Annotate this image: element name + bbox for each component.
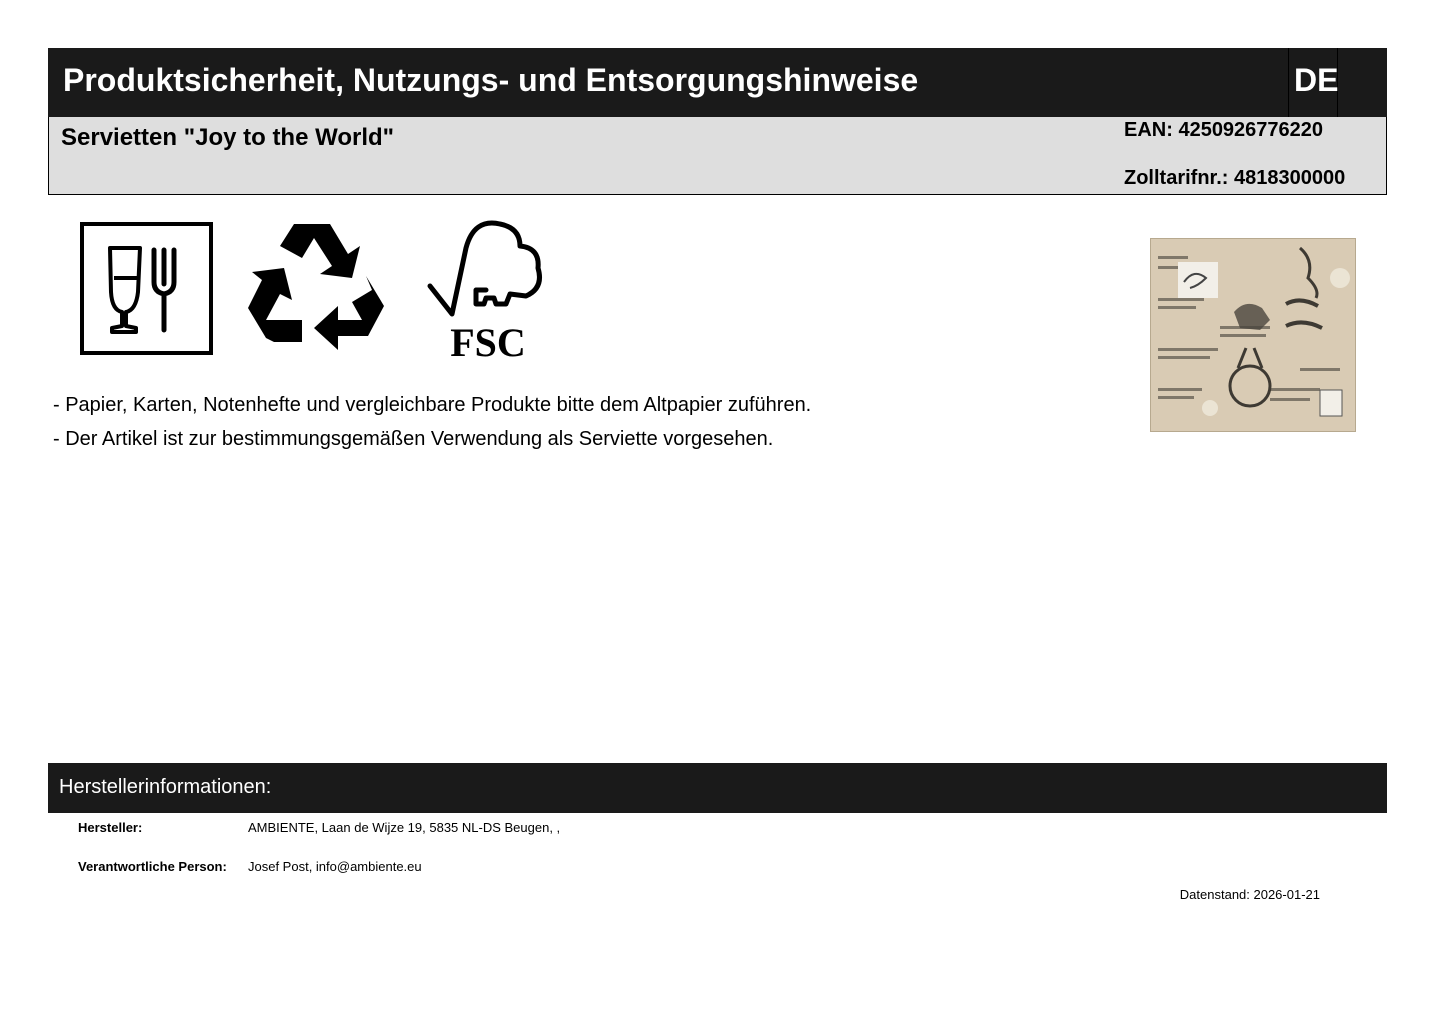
customs-tariff-number: Zolltarifnr.: 4818300000 bbox=[1124, 167, 1346, 189]
manufacturer-label: Hersteller: bbox=[78, 820, 143, 835]
page-title: Produktsicherheit, Nutzungs- und Entsorg… bbox=[63, 62, 919, 98]
ean-number: EAN: 4250926776220 bbox=[1124, 119, 1324, 141]
language-code: DE bbox=[1294, 62, 1339, 98]
responsible-person-label: Verantwortliche Person: bbox=[78, 859, 227, 874]
hint-usage: - Der Artikel ist zur bestimmungsgemäßen… bbox=[53, 428, 774, 450]
hint-disposal: - Papier, Karten, Notenhefte und verglei… bbox=[53, 394, 812, 416]
recycling-icon bbox=[248, 224, 384, 350]
header-bar: Produktsicherheit, Nutzungs- und Entsorg… bbox=[48, 48, 1387, 117]
manufacturer-section-title: Herstellerinformationen: bbox=[59, 776, 272, 798]
food-safe-icon bbox=[80, 222, 213, 355]
responsible-person-value: Josef Post, info@ambiente.eu bbox=[248, 859, 422, 874]
manufacturer-section-bar: Herstellerinformationen: bbox=[48, 763, 1387, 813]
product-info-bar: Servietten "Joy to the World" EAN: 42509… bbox=[48, 117, 1387, 195]
fsc-text: FSC bbox=[450, 320, 526, 364]
product-image bbox=[1150, 238, 1356, 432]
data-date: Datenstand: 2026-01-21 bbox=[1179, 887, 1320, 902]
product-name: Servietten "Joy to the World" bbox=[61, 124, 395, 151]
manufacturer-value: AMBIENTE, Laan de Wijze 19, 5835 NL-DS B… bbox=[248, 820, 561, 835]
fsc-logo: FSC bbox=[427, 220, 542, 364]
